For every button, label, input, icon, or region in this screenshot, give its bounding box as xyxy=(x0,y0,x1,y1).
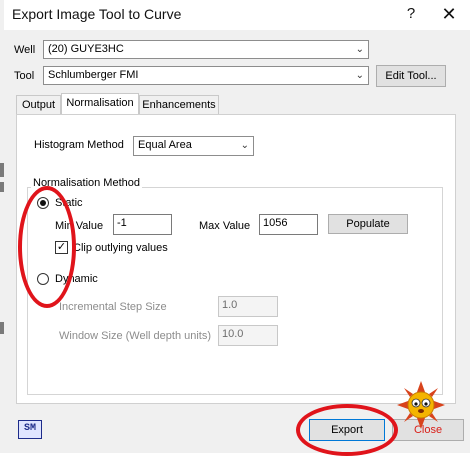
step-size-label: Incremental Step Size xyxy=(59,301,167,313)
clip-checkbox[interactable]: ✓ xyxy=(55,241,68,254)
well-label: Well xyxy=(14,44,36,56)
window-size-input[interactable]: 10.0 xyxy=(218,325,278,346)
well-select[interactable]: (20) GUYE3HC ⌄ xyxy=(43,40,369,59)
static-radio[interactable] xyxy=(37,197,49,209)
tab-enhancements[interactable]: Enhancements xyxy=(139,95,219,115)
static-label[interactable]: Static xyxy=(55,197,83,209)
title-bar: Export Image Tool to Curve ? ✕ xyxy=(4,0,470,30)
min-value-label: Min Value xyxy=(55,220,104,232)
chevron-down-icon: ⌄ xyxy=(355,70,364,81)
edit-tool-button[interactable]: Edit Tool... xyxy=(376,65,446,87)
tool-select-value: Schlumberger FMI xyxy=(48,69,139,81)
tool-label: Tool xyxy=(14,70,35,82)
tab-output[interactable]: Output xyxy=(16,95,61,115)
histogram-method-label: Histogram Method xyxy=(34,139,124,151)
help-button[interactable]: ? xyxy=(400,4,422,24)
normalisation-panel: Histogram Method Equal Area ⌄ Normalisat… xyxy=(16,114,456,404)
step-size-input[interactable]: 1.0 xyxy=(218,296,278,317)
export-button[interactable]: Export xyxy=(309,419,385,441)
chevron-down-icon: ⌄ xyxy=(240,140,249,151)
clip-label[interactable]: Clip outlying values xyxy=(73,242,168,254)
well-select-value: (20) GUYE3HC xyxy=(48,43,124,55)
max-value-label: Max Value xyxy=(199,220,251,232)
close-icon[interactable]: ✕ xyxy=(436,3,462,25)
min-value-input[interactable]: -1 xyxy=(113,214,172,235)
histogram-method-value: Equal Area xyxy=(138,139,192,151)
histogram-method-select[interactable]: Equal Area ⌄ xyxy=(133,136,254,156)
radio-selected-dot xyxy=(40,200,46,206)
window-size-label: Window Size (Well depth units) xyxy=(59,330,212,342)
export-dialog: Export Image Tool to Curve ? ✕ Well (20)… xyxy=(4,0,470,453)
tool-select[interactable]: Schlumberger FMI ⌄ xyxy=(43,66,369,85)
normalisation-method-title: Normalisation Method xyxy=(31,177,142,189)
sm-logo-icon: SM xyxy=(18,420,42,439)
tab-normalisation[interactable]: Normalisation xyxy=(61,93,139,115)
chevron-down-icon: ⌄ xyxy=(355,44,364,55)
dynamic-label[interactable]: Dynamic xyxy=(55,273,98,285)
populate-button[interactable]: Populate xyxy=(328,214,408,234)
max-value-input[interactable]: 1056 xyxy=(259,214,318,235)
sun-emoji-icon xyxy=(397,381,445,429)
dialog-title: Export Image Tool to Curve xyxy=(12,6,182,22)
dynamic-radio[interactable] xyxy=(37,273,49,285)
